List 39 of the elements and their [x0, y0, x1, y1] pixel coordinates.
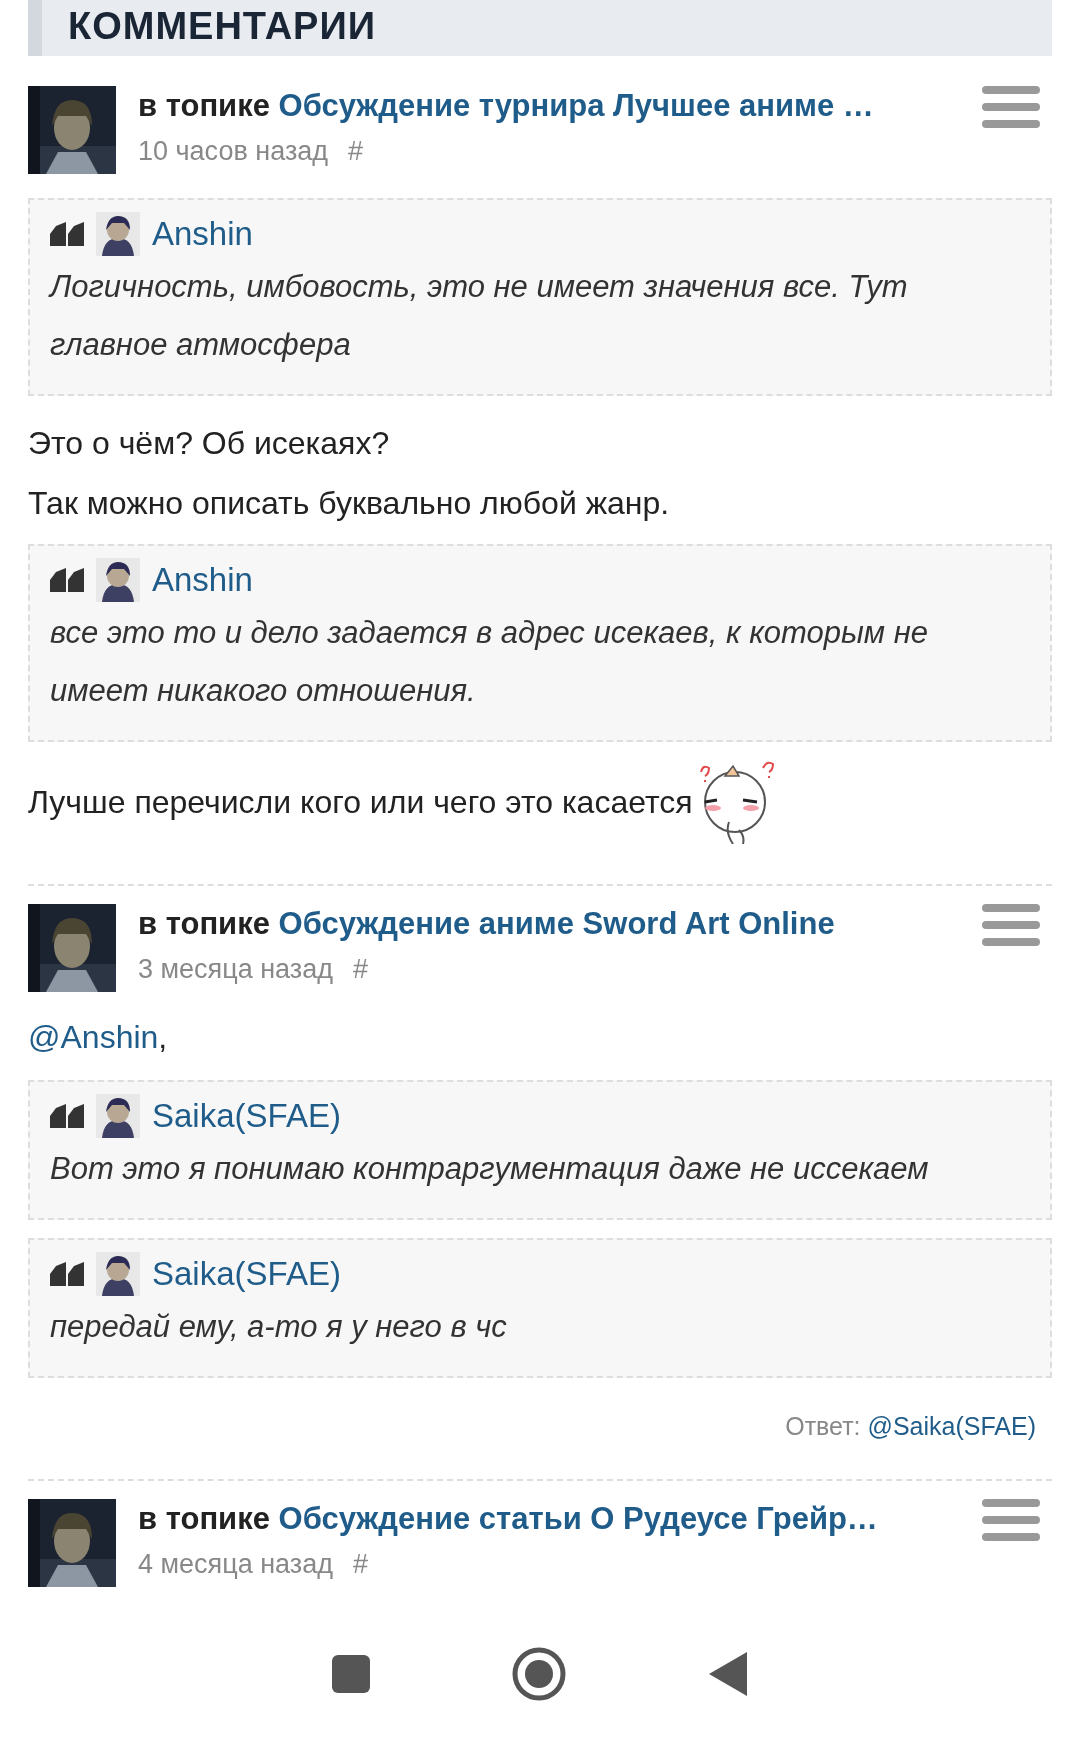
timestamp: 3 месяца назад: [138, 954, 333, 985]
quote-author[interactable]: Anshin: [152, 561, 253, 599]
reply-link[interactable]: @Saika(SFAE): [867, 1412, 1036, 1440]
menu-icon[interactable]: [982, 904, 1040, 946]
comment-text: Это о чём? Об исекаях?: [28, 424, 390, 463]
section-title: КОММЕНТАРИИ: [68, 4, 377, 48]
menu-icon[interactable]: [982, 1499, 1040, 1541]
quote-icon: [50, 222, 86, 246]
quote-text: Логичность, имбовость, это не имеет значения все. Тут главное атмосфера: [50, 268, 909, 364]
topic-link[interactable]: Обсуждение аниме Sword Art Online: [278, 906, 835, 941]
quote-text: все это то и дело задается в адрес исекаев, к которым не имеет никакого отношения.: [50, 614, 929, 710]
back-button[interactable]: [707, 1649, 749, 1698]
timestamp: 10 часов назад: [138, 136, 329, 167]
recent-apps-button[interactable]: [331, 1653, 371, 1694]
reply-label: Ответ:: [785, 1412, 861, 1440]
home-button[interactable]: [511, 1645, 567, 1702]
quote-author[interactable]: Saika(SFAE): [152, 1255, 341, 1293]
permalink[interactable]: #: [353, 954, 368, 985]
quote-icon: [50, 1262, 86, 1286]
mention-line: @Anshin,: [28, 1018, 169, 1057]
permalink[interactable]: #: [348, 136, 364, 167]
topic-line: в топике Обсуждение аниме Sword Art Online: [138, 905, 836, 943]
comment-text: Так можно описать буквально любой жанр.: [28, 484, 670, 523]
quote-text: передай ему, а-то я у него в чс: [50, 1308, 508, 1346]
topic-link[interactable]: Обсуждение статьи О Рудеусе Грейр…: [278, 1501, 878, 1536]
topic-line: в топике Обсуждение турнира Лучшее аниме …: [138, 87, 875, 125]
quote-icon: [50, 1104, 86, 1128]
timestamp: 4 месяца назад: [138, 1549, 333, 1580]
quote-text: Вот это я понимаю контраргументация даже не иссекаем: [50, 1150, 930, 1188]
permalink[interactable]: #: [353, 1549, 368, 1580]
topic-line: в топике Обсуждение статьи О Рудеусе Грейр…: [138, 1500, 879, 1538]
emoticon-icon: [698, 760, 775, 844]
topic-link[interactable]: Обсуждение турнира Лучшее аниме …: [278, 88, 874, 123]
menu-icon[interactable]: [982, 86, 1040, 128]
quote-author[interactable]: Saika(SFAE): [152, 1097, 341, 1135]
mention-link[interactable]: @Anshin: [28, 1019, 159, 1055]
quote-icon: [50, 568, 86, 592]
comment-text: Лучше перечисли кого или чего это касается: [28, 783, 693, 822]
quote-author[interactable]: Anshin: [152, 215, 253, 253]
